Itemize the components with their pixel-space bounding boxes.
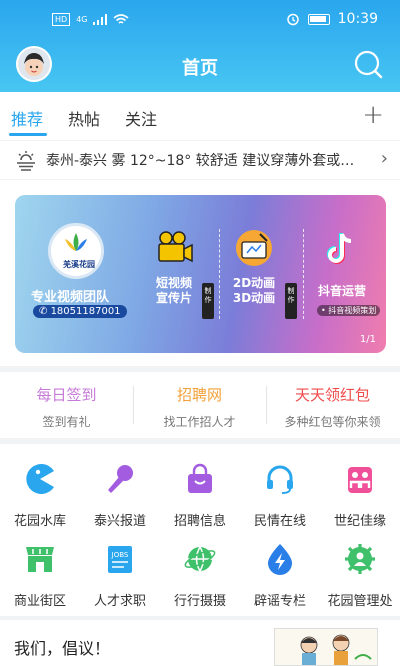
banner-douyin-sub: • 抖音视频策划 — [317, 305, 381, 316]
grid-item-label: 世纪佳缘 — [333, 514, 386, 529]
quick-link-title: 每日签到 — [36, 386, 97, 404]
weather-bar[interactable]: 泰州-泰兴 雾 12°~18° 较舒适 建议穿薄外套或… › — [0, 141, 400, 179]
active-tab-indicator — [9, 133, 47, 136]
grid-item-taixing-report[interactable]: 泰兴报道 — [80, 462, 160, 529]
svg-text:JOBS: JOBS — [111, 551, 129, 559]
tab-hot-posts[interactable]: 热帖 — [68, 106, 100, 130]
banner-item-label: 抖音运营 — [317, 284, 366, 298]
add-tab-button[interactable]: + — [362, 100, 384, 130]
storefront-icon — [26, 547, 54, 572]
brand-logo-text: 羌溪花园 — [63, 260, 95, 269]
video-camera-icon — [158, 231, 193, 263]
quick-link-subtitle: 找工作招人才 — [163, 415, 236, 429]
fog-icon — [17, 151, 35, 171]
grid-item-photography[interactable]: 行行摄摄 — [160, 542, 240, 609]
grid-item-public-online[interactable]: 民情在线 — [240, 462, 320, 529]
quick-link-title: 招聘网 — [176, 386, 222, 404]
shopping-bag-icon — [188, 463, 212, 493]
grid-item-rumor-debunk[interactable]: 辟谣专栏 — [240, 542, 320, 609]
weather-text: 泰州-泰兴 雾 12°~18° 较舒适 建议穿薄外套或… — [46, 153, 355, 169]
banner-item-short-video: 短视频 宣传片 — [144, 228, 204, 306]
grid-item-label: 辟谣专栏 — [253, 594, 306, 609]
banner-item-label: 2D动画 — [232, 276, 276, 290]
pacman-icon — [26, 464, 54, 494]
banner-divider — [219, 229, 220, 319]
globe-icon — [184, 546, 216, 572]
grid-item-commercial-street[interactable]: 商业街区 — [0, 542, 80, 609]
grid-item-label: 行行摄摄 — [173, 594, 226, 609]
article-title: 我们，倡议！ — [14, 639, 111, 658]
tab-following[interactable]: 关注 — [125, 106, 157, 130]
signal-icon — [93, 14, 108, 25]
banner-item-label: 宣传片 — [155, 291, 192, 305]
quick-link-subtitle: 签到有礼 — [42, 415, 91, 429]
grid-item-label: 花园水库 — [13, 514, 66, 529]
article-thumbnail — [274, 628, 378, 666]
grid-item-talent-jobs[interactable]: JOBS 人才求职 — [80, 542, 160, 609]
drawing-tablet-icon — [236, 230, 272, 266]
article-item[interactable]: 我们，倡议！ — [0, 620, 400, 666]
lightning-icon — [268, 544, 292, 575]
wifi-icon — [113, 13, 130, 24]
tiktok-icon — [327, 233, 352, 264]
banner-badge: 制作 — [285, 283, 297, 319]
grid-item-label: 商业街区 — [13, 594, 66, 609]
quick-link-red-packet[interactable]: 天天领红包 多种红包等你来领 — [266, 384, 399, 430]
battery-icon — [307, 13, 330, 25]
tab-recommend[interactable]: 推荐 — [11, 106, 43, 130]
gear-person-icon — [345, 544, 375, 574]
banner-item-label: 短视频 — [155, 276, 192, 290]
grid-item-recruit-info[interactable]: 招聘信息 — [160, 462, 240, 529]
banner-item-label: 3D动画 — [232, 291, 276, 305]
search-icon[interactable] — [352, 48, 384, 80]
microphone-icon — [108, 465, 133, 493]
grid-item-garden-management[interactable]: 花园管理处 — [320, 542, 400, 609]
quick-link-title: 天天领红包 — [294, 386, 370, 404]
promo-banner[interactable]: 羌溪花园 专业视频团队 ✆ 18051187001 短视频 宣传片 制作 2D动… — [15, 195, 386, 353]
page-title: 首页 — [182, 58, 218, 79]
grid-item-label: 人才求职 — [93, 594, 146, 609]
app-header: HD 4G 10:39 首页 — [0, 0, 400, 92]
headset-icon — [267, 465, 293, 494]
quick-links: 每日签到 签到有礼 招聘网 找工作招人才 天天领红包 多种红包等你来领 — [0, 372, 400, 438]
brand-logo: 羌溪花园 — [48, 223, 104, 279]
grid-item-label: 民情在线 — [253, 514, 306, 529]
quick-link-jobs[interactable]: 招聘网 找工作招人才 — [133, 384, 266, 430]
status-bar: HD 4G 10:39 — [0, 0, 400, 40]
banner-phone: ✆ 18051187001 — [33, 305, 127, 318]
banner-badge: 制作 — [202, 283, 214, 319]
jobs-icon: JOBS — [108, 546, 132, 573]
grid-item-label: 招聘信息 — [173, 514, 226, 529]
banner-item-douyin: 抖音运营 — [309, 228, 375, 299]
chevron-right-icon[interactable]: › — [381, 148, 388, 169]
banner-item-animation: 2D动画 3D动画 — [224, 228, 284, 306]
grid-item-garden-reservoir[interactable]: 花园水库 — [0, 462, 80, 529]
banner-team: 专业视频团队 — [31, 290, 110, 305]
feature-grid: 花园水库 泰兴报道 招聘信息 民情在线 世纪佳缘 商业街区 JOBS 人才求职 … — [0, 444, 400, 616]
hd-badge: HD — [52, 13, 71, 26]
grid-item-label: 花园管理处 — [327, 594, 393, 609]
quick-link-daily-checkin[interactable]: 每日签到 签到有礼 — [0, 384, 133, 430]
banner-section: 羌溪花园 专业视频团队 ✆ 18051187001 短视频 宣传片 制作 2D动… — [0, 180, 400, 366]
alarm-icon — [286, 13, 299, 26]
grid-item-century-match[interactable]: 世纪佳缘 — [320, 462, 400, 529]
banner-pager: 1/1 — [359, 334, 376, 345]
couple-icon — [348, 467, 372, 493]
content-tabs: 推荐 热帖 关注 + — [0, 92, 400, 140]
network-label: 4G — [76, 15, 88, 24]
grid-item-label: 泰兴报道 — [93, 514, 146, 529]
quick-link-subtitle: 多种红包等你来领 — [284, 415, 381, 429]
banner-divider — [303, 229, 304, 319]
banner-phone-number: 18051187001 — [50, 306, 121, 317]
status-time: 10:39 — [337, 11, 378, 27]
